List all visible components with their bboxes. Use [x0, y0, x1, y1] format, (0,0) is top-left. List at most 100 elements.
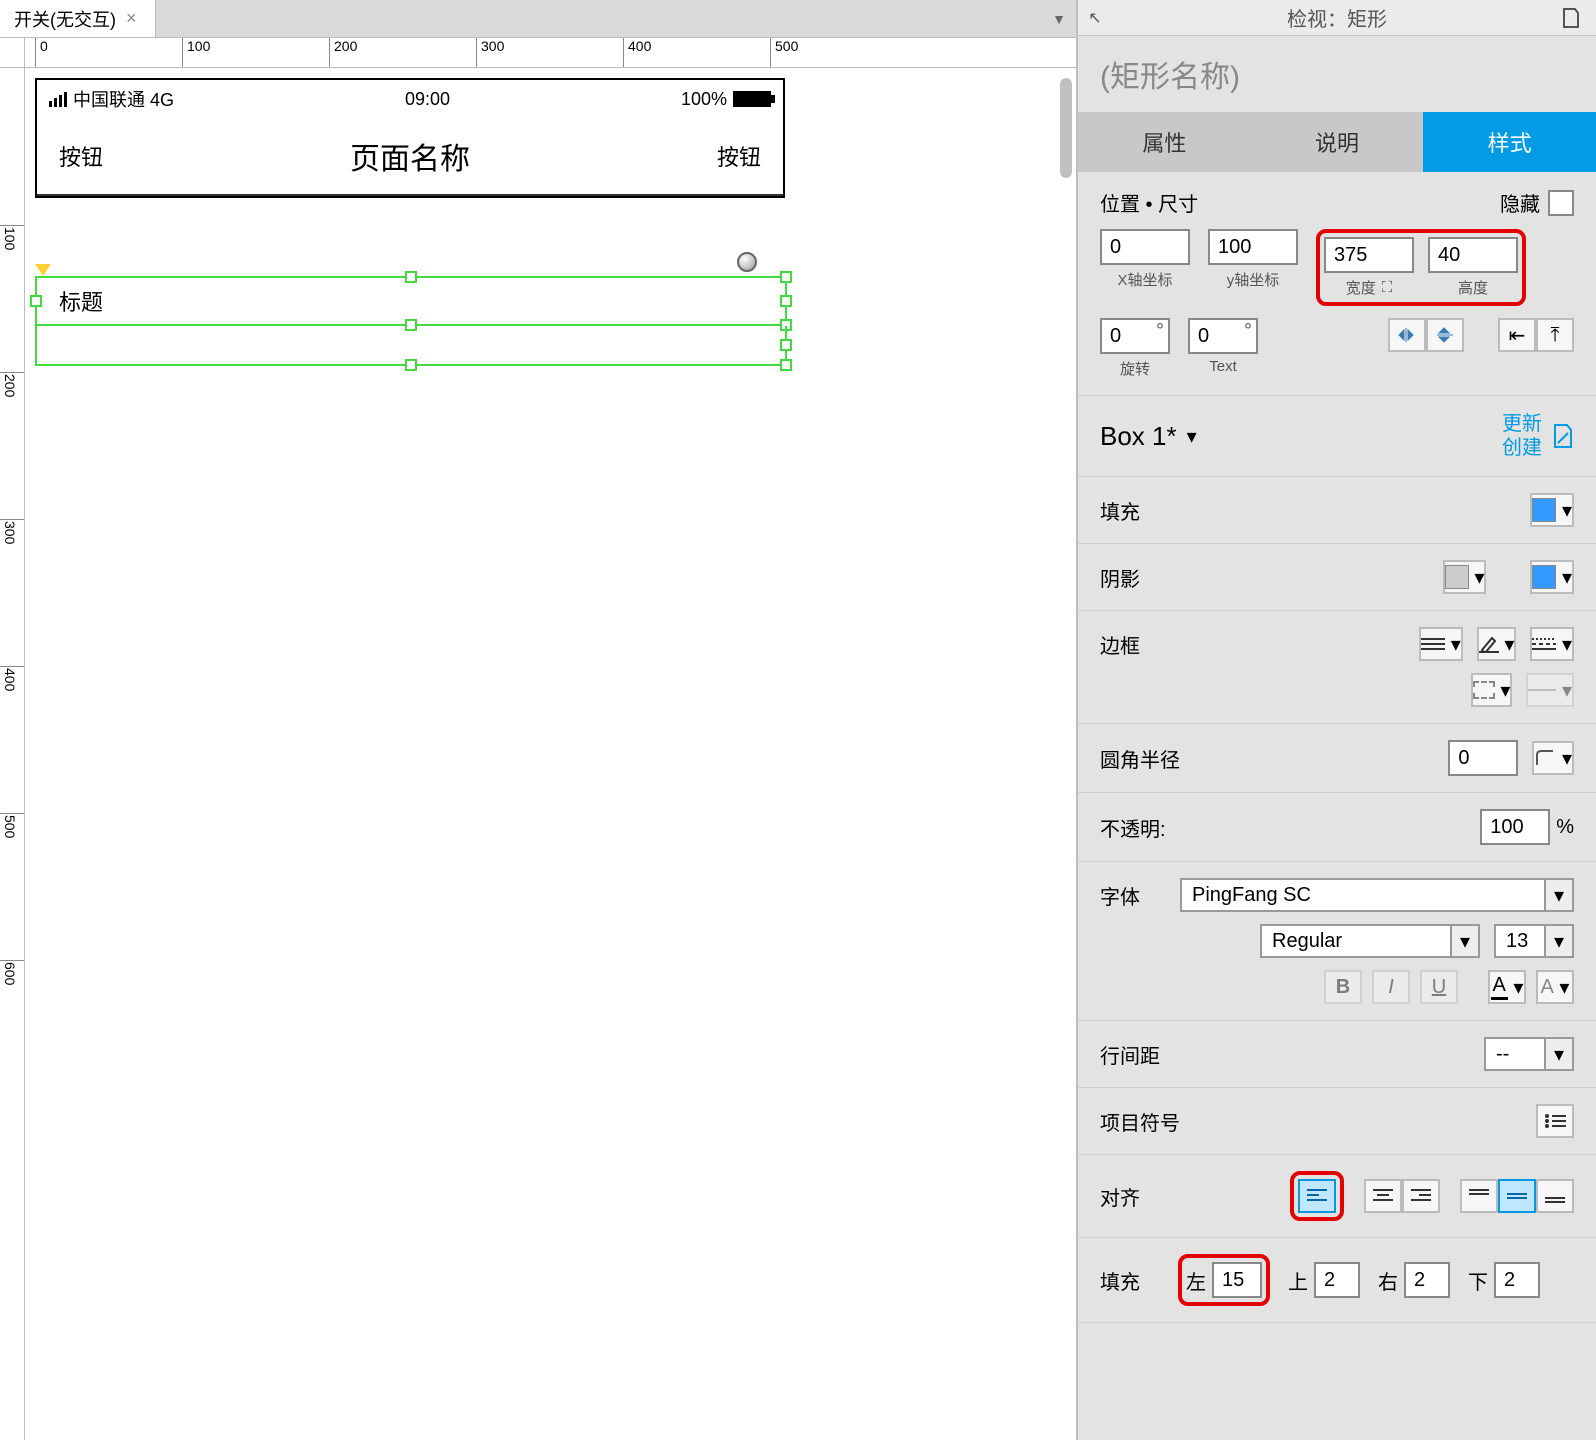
aspect-lock-icon[interactable]: ⛶: [1382, 279, 1393, 296]
border-style-picker[interactable]: ▾: [1530, 627, 1574, 661]
document-tab-title: 开关(无交互): [14, 6, 116, 32]
tab-properties[interactable]: 属性: [1078, 112, 1251, 172]
radius-label: 圆角半径: [1100, 744, 1180, 773]
nav-bar: 按钮 页面名称 按钮: [37, 118, 783, 194]
border-color-picker[interactable]: ▾: [1477, 627, 1517, 661]
document-tabbar[interactable]: 开关(无交互) × ▼: [0, 0, 1076, 38]
ruler-corner: [0, 38, 25, 68]
line-spacing-select[interactable]: --▾: [1484, 1037, 1574, 1071]
x-input[interactable]: [1100, 229, 1190, 265]
close-icon[interactable]: ×: [126, 8, 137, 29]
style-name[interactable]: Box 1*: [1100, 421, 1177, 452]
valign-top-button[interactable]: [1460, 1179, 1498, 1213]
battery-icon: [733, 91, 771, 107]
font-weight-select[interactable]: Regular▾: [1260, 924, 1480, 958]
section-padding: 填充 左 上 右 下: [1078, 1238, 1596, 1323]
inner-shadow-picker[interactable]: ▾: [1530, 560, 1574, 594]
expand-icon[interactable]: ↖: [1078, 8, 1112, 28]
border-label: 边框: [1100, 630, 1140, 659]
font-family-select[interactable]: PingFang SC▾: [1180, 878, 1574, 912]
size-highlight: 宽度 ⛶ 高度: [1316, 229, 1526, 306]
underline-button[interactable]: U: [1420, 970, 1458, 1004]
shape-name-field[interactable]: (矩形名称): [1078, 36, 1596, 112]
signal-icon: [49, 92, 67, 107]
pad-bottom-input[interactable]: [1494, 1262, 1540, 1298]
battery-pct: 100%: [681, 89, 727, 110]
chevron-down-icon[interactable]: ▾: [1187, 424, 1197, 449]
opacity-input[interactable]: [1480, 809, 1550, 845]
nav-right-button[interactable]: 按钮: [717, 140, 761, 172]
align-label: 对齐: [1100, 1182, 1140, 1211]
tab-dropdown-icon[interactable]: ▼: [1042, 0, 1076, 37]
width-input[interactable]: [1324, 237, 1414, 273]
bring-front-button[interactable]: ⇤: [1498, 318, 1536, 352]
document-tab[interactable]: 开关(无交互) ×: [0, 0, 156, 37]
y-input[interactable]: [1208, 229, 1298, 265]
horizontal-ruler[interactable]: 0100200300400500: [25, 38, 1076, 68]
text-rotation-label: Text: [1209, 358, 1237, 375]
align-right-button[interactable]: [1402, 1179, 1440, 1213]
bullet-button[interactable]: [1536, 1104, 1574, 1138]
pad-left-label: 左: [1186, 1266, 1206, 1295]
pos-size-heading: 位置 • 尺寸: [1100, 188, 1198, 217]
section-align: 对齐: [1078, 1155, 1596, 1238]
send-back-button[interactable]: ⤒: [1536, 318, 1574, 352]
border-visibility-picker[interactable]: ▾: [1471, 673, 1513, 707]
tab-style[interactable]: 样式: [1423, 112, 1596, 172]
section-position-size: 位置 • 尺寸 隐藏 X轴坐标 y轴坐标: [1078, 172, 1596, 396]
valign-bottom-button[interactable]: [1536, 1179, 1574, 1213]
font-more-picker[interactable]: A ▾: [1536, 970, 1574, 1004]
halign-highlight: [1290, 1171, 1344, 1221]
x-label: X轴坐标: [1117, 269, 1172, 290]
carrier-label: 中国联通 4G: [73, 86, 174, 112]
vertical-ruler[interactable]: 100200300400500600: [0, 68, 25, 1440]
border-width-picker[interactable]: ▾: [1419, 627, 1463, 661]
outer-shadow-picker[interactable]: ▾: [1443, 560, 1487, 594]
rotation-input[interactable]: [1100, 318, 1170, 354]
pad-bottom-label: 下: [1468, 1266, 1488, 1295]
tab-notes[interactable]: 说明: [1251, 112, 1424, 172]
rotation-label: 旋转: [1120, 358, 1150, 379]
height-input[interactable]: [1428, 237, 1518, 273]
width-label: 宽度: [1346, 277, 1376, 298]
pad-top-input[interactable]: [1314, 1262, 1360, 1298]
switch-knob[interactable]: [737, 252, 757, 272]
flip-h-button[interactable]: [1388, 318, 1426, 352]
hide-checkbox[interactable]: [1548, 190, 1574, 216]
align-center-button[interactable]: [1364, 1179, 1402, 1213]
nav-left-button[interactable]: 按钮: [59, 140, 103, 172]
pad-left-input[interactable]: [1212, 1262, 1262, 1298]
section-fill: 填充 ▾: [1078, 477, 1596, 544]
padding-label: 填充: [1100, 1266, 1160, 1295]
vertical-scrollbar[interactable]: [1060, 78, 1072, 178]
style-manage-icon[interactable]: [1552, 423, 1574, 449]
style-create-link[interactable]: 创建: [1502, 436, 1542, 460]
valign-middle-button[interactable]: [1498, 1179, 1536, 1213]
inspector-panel: ↖ 检视：矩形 (矩形名称) 属性 说明 样式 位置 • 尺寸 隐藏: [1076, 0, 1596, 1440]
font-size-select[interactable]: 13▾: [1494, 924, 1574, 958]
notes-icon[interactable]: [1562, 8, 1596, 28]
selected-shape[interactable]: 标题: [35, 276, 787, 366]
pad-right-label: 右: [1378, 1266, 1398, 1295]
radius-corners-picker[interactable]: ▾: [1532, 741, 1574, 775]
opacity-label: 不透明:: [1100, 813, 1166, 842]
italic-button[interactable]: I: [1372, 970, 1410, 1004]
flip-v-button[interactable]: [1426, 318, 1464, 352]
bold-button[interactable]: B: [1324, 970, 1362, 1004]
section-corner-radius: 圆角半径 ▾: [1078, 724, 1596, 793]
design-canvas[interactable]: 中国联通 4G 09:00 100% 按钮 页面名称 按钮: [25, 68, 1076, 1440]
pad-right-input[interactable]: [1404, 1262, 1450, 1298]
radius-input[interactable]: [1448, 740, 1518, 776]
phone-frame[interactable]: 中国联通 4G 09:00 100% 按钮 页面名称 按钮: [35, 78, 785, 198]
style-update-link[interactable]: 更新: [1502, 412, 1542, 436]
inspector-header: ↖ 检视：矩形: [1078, 0, 1596, 36]
text-rotation-input[interactable]: [1188, 318, 1258, 354]
hide-label: 隐藏: [1500, 188, 1540, 217]
pad-top-label: 上: [1288, 1266, 1308, 1295]
align-left-button[interactable]: [1298, 1179, 1336, 1213]
font-color-picker[interactable]: A ▾: [1488, 970, 1526, 1004]
font-label: 字体: [1100, 881, 1160, 910]
footnote-marker-icon[interactable]: [35, 264, 51, 276]
fill-color-picker[interactable]: ▾: [1530, 493, 1574, 527]
row-title-label: 标题: [59, 285, 103, 317]
